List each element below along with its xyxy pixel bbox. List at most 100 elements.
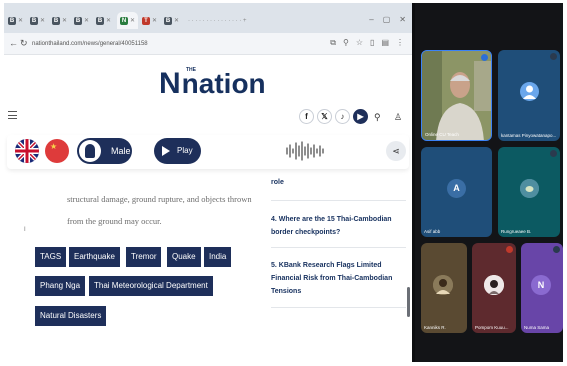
voice-select-button[interactable]: Male [77,138,132,164]
divider [271,200,406,201]
muted-mic-icon [506,246,513,253]
participant-tile[interactable]: A Asif abb [421,147,492,237]
muted-mic-icon [553,246,560,253]
tag-natural-disasters[interactable]: Natural Disasters [35,306,107,326]
search-icon[interactable]: ⚲ [374,112,381,123]
minimize-icon[interactable]: – [369,15,373,24]
tag-thai-meteorological-department[interactable]: Thai Meteorological Department [89,276,213,296]
logo-small-text: THE [186,67,196,73]
tag-phang-nga[interactable]: Phang Nga [35,276,86,296]
youtube-icon[interactable]: ▶ [353,109,368,124]
participant-name: Numa Sama [524,325,550,330]
zoom-icon[interactable]: ⚲ [343,38,349,48]
close-icon[interactable]: ✕ [130,17,135,24]
web-page: N THE nation f 𝕏 ♪ ▶ ⚲ ♙ ★ Male Play ⋖ s… [4,55,412,362]
video-call-panel: Online CU Teach kantamas Pinyowatanapo..… [415,3,563,362]
participant-name: Pompom Kuuu... [475,325,509,330]
browser-tab[interactable]: T ✕ [142,14,157,27]
close-icon[interactable]: ✕ [152,17,157,24]
close-icon[interactable]: ✕ [174,17,179,24]
participant-name: Rungrueaee B. [501,229,532,234]
tab-favicon-icon: B [96,16,104,25]
close-icon[interactable]: ✕ [62,17,67,24]
browser-tab[interactable]: B ✕ [8,14,23,27]
related-item[interactable]: 5. KBank Research Flags Limited Financia… [271,259,406,298]
facebook-icon[interactable]: f [299,109,314,124]
share-icon[interactable]: ⋖ [386,141,406,161]
close-icon[interactable]: ✕ [84,17,89,24]
back-icon[interactable]: ← [9,38,18,48]
voice-label: Male [111,146,131,156]
scrollbar-thumb[interactable] [407,287,410,317]
window-controls: – ▢ ✕ [369,15,406,24]
browser-tab[interactable]: B ✕ [96,14,111,27]
tiktok-icon[interactable]: ♪ [335,109,350,124]
screenshot-icon[interactable]: ⧉ [330,38,336,48]
tag-tremor[interactable]: Tremor [126,247,162,267]
maximize-icon[interactable]: ▢ [383,15,391,24]
close-window-icon[interactable]: ✕ [399,15,406,24]
english-flag-icon[interactable] [15,139,39,163]
close-icon[interactable]: ✕ [106,17,111,24]
close-icon[interactable]: ✕ [40,17,45,24]
participant-initial: A [447,179,466,198]
reload-icon[interactable]: ↻ [20,38,28,49]
tab-strip: B ✕ B ✕ B ✕ B ✕ B ✕ N ✕ T ✕ B ✕ · · · · · · · · … [4,3,412,33]
tab-favicon-icon: N [120,16,128,25]
article-body-text: structural damage, ground rupture, and o… [67,194,252,226]
participant-name: Asif abb [424,229,441,234]
tag-india[interactable]: India [204,247,232,267]
tags-label: TAGS [35,247,67,267]
browser-tab[interactable]: B ✕ [30,14,45,27]
hamburger-menu-icon[interactable] [8,111,17,119]
desktop-background: B ✕ B ✕ B ✕ B ✕ B ✕ N ✕ T ✕ B ✕ · · · · · · · · … [0,0,567,366]
site-logo[interactable]: N THE nation [159,63,266,99]
browser-tab-active[interactable]: N ✕ [117,12,139,29]
tab-favicon-icon: B [8,16,16,25]
participant-tile[interactable]: kantamas Pinyowatanapo... [498,50,560,141]
muted-mic-icon [550,53,557,60]
kebab-menu-icon[interactable]: ⋮ [396,38,404,48]
participant-photo-avatar [484,275,504,295]
play-button[interactable]: Play [154,138,201,164]
url-field[interactable]: nationthailand.com/news/general/40051158 [32,38,312,50]
x-icon[interactable]: 𝕏 [317,109,332,124]
related-item[interactable]: 4. Where are the 15 Thai-Cambodian borde… [271,213,406,239]
tab-favicon-icon: B [74,16,82,25]
participant-name: Online CU Teach [425,132,459,137]
browser-tab[interactable]: B ✕ [52,14,67,27]
bookmark-star-icon[interactable]: ☆ [356,38,363,48]
participant-photo-avatar [520,179,539,198]
tag-quake[interactable]: Quake [167,247,201,267]
divider [271,247,406,248]
related-item-tail[interactable]: role [271,179,284,186]
extensions-icon[interactable]: ▯ [370,38,374,48]
participant-name: kantamas Pinyowatanapo... [501,133,557,138]
play-label: Play [177,146,193,155]
profile-icon[interactable]: ▤ [381,38,389,48]
tag-earthquake[interactable]: Earthquake [69,247,120,267]
browser-window: B ✕ B ✕ B ✕ B ✕ B ✕ N ✕ T ✕ B ✕ · · · · · · · · … [4,3,412,362]
muted-mic-icon [550,150,557,157]
participant-initial: N [531,275,551,295]
logo-mark-icon: N [159,67,181,100]
browser-tab[interactable]: B ✕ [74,14,89,27]
participant-tile[interactable]: Pompom Kuuu... [472,243,516,333]
close-icon[interactable]: ✕ [18,17,23,24]
screen: B ✕ B ✕ B ✕ B ✕ B ✕ N ✕ T ✕ B ✕ · · · · · · · · … [4,3,563,362]
text-cursor-icon: I [24,227,26,233]
logo-wordmark: nation [181,68,266,99]
participant-name: Kanniks R. [424,325,446,330]
user-icon[interactable]: ♙ [394,112,402,123]
participant-tile[interactable]: N Numa Sama [521,243,563,333]
voice-avatar-icon [79,140,101,162]
participant-tile-video[interactable]: Online CU Teach [421,50,492,141]
browser-tab[interactable]: B ✕ [164,14,179,27]
more-tabs[interactable]: · · · · · · · · · · · · · · · + [188,14,246,27]
speaking-indicator-icon [481,54,488,61]
waveform-icon [286,141,324,161]
participant-tile[interactable]: Rungrueaee B. [498,147,560,237]
participant-tile[interactable]: Kanniks R. [421,243,467,333]
chinese-flag-icon[interactable] [45,139,69,163]
tab-favicon-icon: B [164,16,172,25]
